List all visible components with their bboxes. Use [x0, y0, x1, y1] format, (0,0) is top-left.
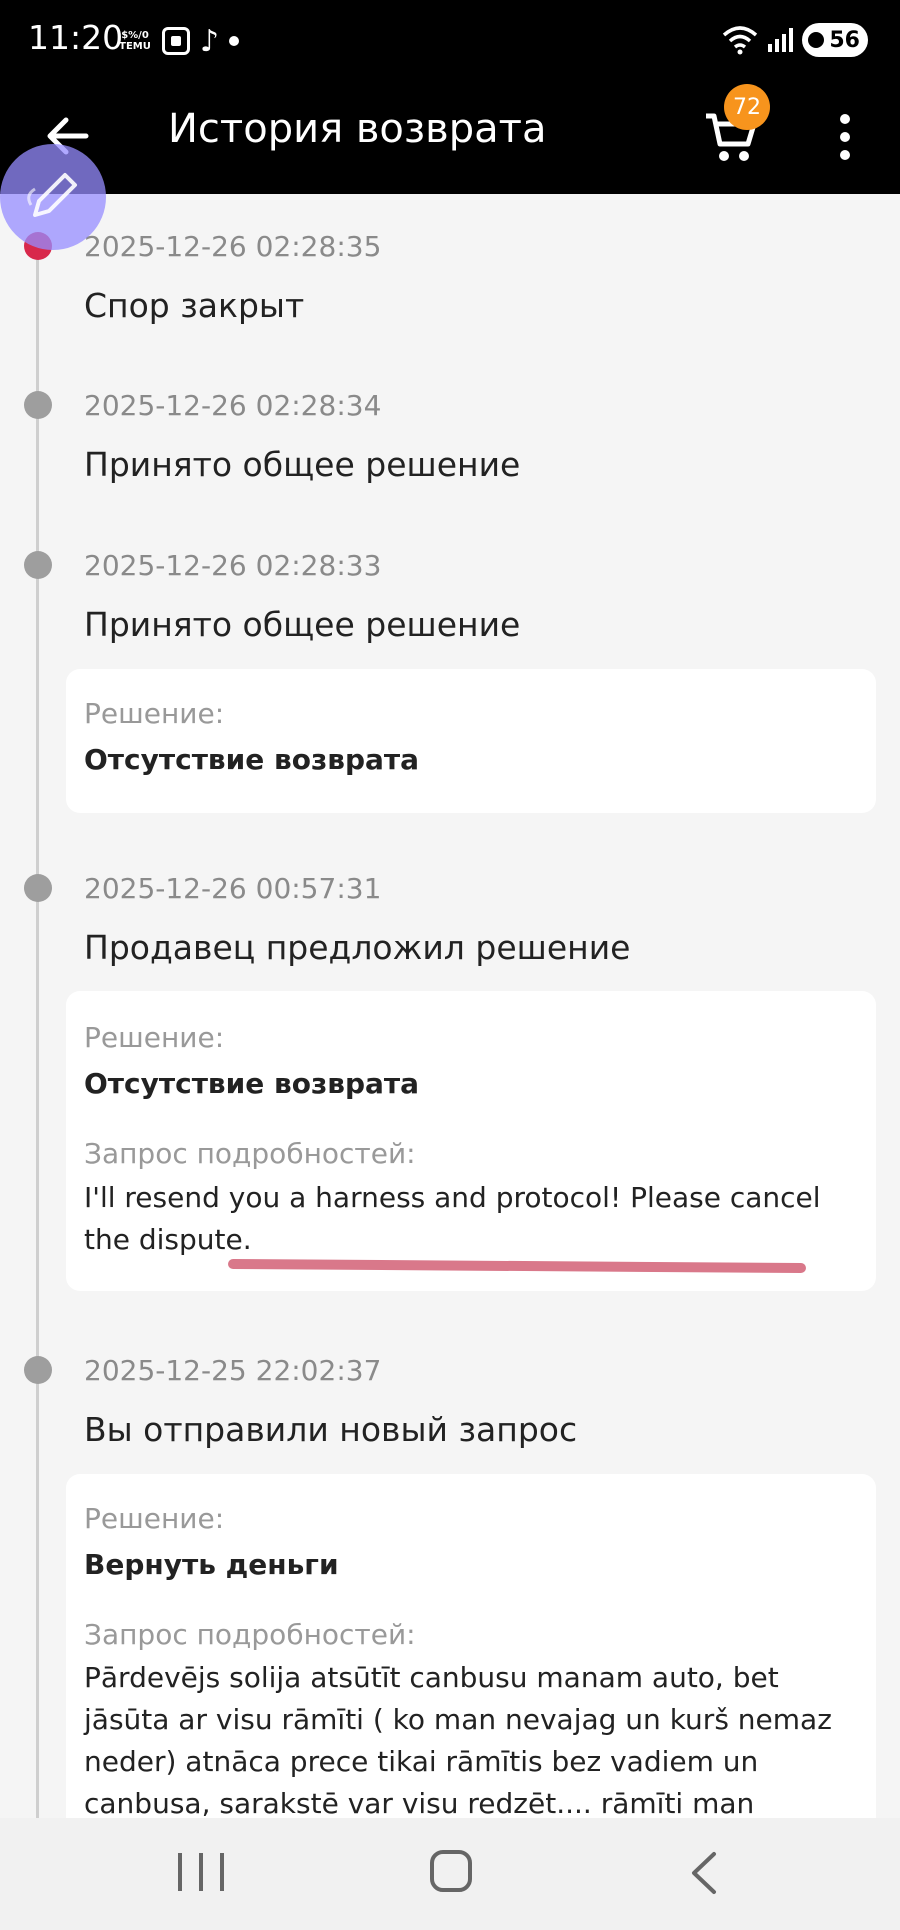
entry-title: Принято общее решение	[84, 605, 521, 644]
entry-timestamp: 2025-12-26 02:28:34	[84, 389, 382, 422]
entry-title: Спор закрыт	[84, 286, 305, 325]
decision-label: Решение:	[84, 1502, 225, 1535]
more-options-button[interactable]	[820, 104, 870, 170]
status-time: 11:20	[28, 18, 124, 57]
details-label: Запрос подробностей:	[84, 1618, 416, 1651]
app-bar: История возврата 72	[0, 80, 900, 194]
edit-floating-button[interactable]	[0, 144, 106, 250]
more-vert-icon	[840, 114, 850, 124]
details-label: Запрос подробностей:	[84, 1137, 416, 1170]
decision-value: Отсутствие возврата	[84, 743, 420, 776]
screen-capture-icon	[162, 27, 190, 55]
details-text: Pārdevējs solija atsūtīt canbusu manam a…	[84, 1661, 832, 1818]
battery-icon: 56	[802, 23, 868, 57]
entry-timestamp: 2025-12-26 02:28:35	[84, 230, 382, 263]
signal-icon	[766, 26, 794, 54]
details-text: I'll resend you a harness and protocol! …	[84, 1181, 821, 1256]
timeline-dot	[24, 874, 52, 902]
entry-timestamp: 2025-12-26 00:57:31	[84, 872, 382, 905]
decision-card: Решение: Отсутствие возврата Запрос подр…	[66, 991, 876, 1291]
system-back-button[interactable]	[684, 1848, 724, 1902]
entry-title: Принято общее решение	[84, 445, 521, 484]
tiktok-icon: ♪	[200, 23, 220, 59]
recents-button[interactable]	[178, 1850, 224, 1894]
decision-value: Вернуть деньги	[84, 1548, 339, 1581]
notification-icons: $%/0 TEMU ♪	[118, 23, 240, 59]
cart-count-badge: 72	[724, 84, 770, 130]
decision-value: Отсутствие возврата	[84, 1067, 420, 1100]
decision-card: Решение: Отсутствие возврата	[66, 669, 876, 813]
system-back-icon	[692, 1852, 716, 1894]
temu-icon: $%/0 TEMU	[119, 30, 151, 52]
status-bar: 11:20 $%/0 TEMU ♪ 56	[0, 0, 900, 80]
timeline-dot	[24, 1356, 52, 1384]
request-card: Решение: Вернуть деньги Запрос подробнос…	[66, 1474, 876, 1818]
entry-title: Вы отправили новый запрос	[84, 1410, 578, 1449]
timeline-dot	[24, 391, 52, 419]
system-indicators: 56	[722, 20, 868, 60]
entry-title: Продавец предложил решение	[84, 928, 631, 967]
timeline-line	[36, 244, 39, 1818]
return-history-timeline[interactable]: 2025-12-26 02:28:35 Спор закрыт 2025-12-…	[0, 194, 900, 1818]
wifi-icon	[722, 25, 758, 55]
home-button[interactable]	[430, 1850, 472, 1892]
entry-timestamp: 2025-12-26 02:28:33	[84, 549, 382, 582]
system-nav-bar	[0, 1818, 900, 1930]
decision-label: Решение:	[84, 697, 225, 730]
timeline-dot	[24, 551, 52, 579]
page-title: История возврата	[168, 106, 547, 152]
notification-dot-icon	[229, 36, 240, 46]
entry-timestamp: 2025-12-25 22:02:37	[84, 1354, 382, 1387]
recents-icon	[178, 1853, 182, 1891]
decision-label: Решение:	[84, 1021, 225, 1054]
pencil-icon	[27, 173, 77, 217]
